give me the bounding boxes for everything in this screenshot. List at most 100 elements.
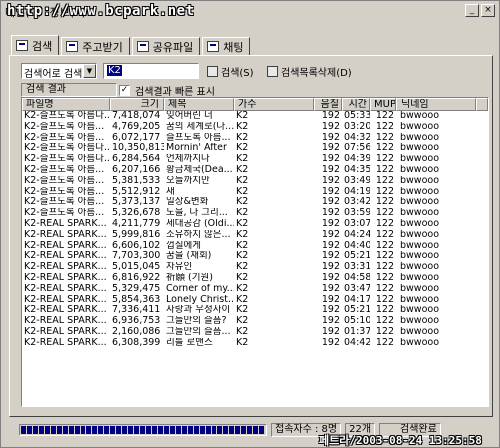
table-row[interactable]: K2-REAL SPARK... 7,336,411 사랑과 우정사이 K2 192 05… — [22, 305, 488, 316]
cell-mup: 122 — [375, 294, 394, 305]
tab-shared-files[interactable]: 공유파일 — [131, 37, 201, 55]
clear-list-button[interactable]: 검색목록삭제(D) — [267, 63, 352, 79]
cell-bitrate: 192 — [321, 197, 340, 208]
progress-bar — [19, 424, 267, 436]
progress-segment — [56, 426, 62, 434]
app-window: 메인(C) 정보(A) http://www.bcpark.net _ × 검색… — [0, 0, 500, 448]
cell-artist: K2 — [236, 132, 249, 143]
column-header-artist[interactable]: 가수 — [234, 98, 314, 111]
cell-bitrate: 192 — [321, 164, 340, 175]
table-row[interactable]: K2-슬프도록 아름다... 6,284,564 언제까지나 K2 192 04:39 12… — [22, 154, 488, 165]
cell-artist: K2 — [236, 262, 249, 273]
table-row[interactable]: K2-REAL SPARK... 4,211,779 세대공감 (Oldi... K2… — [22, 219, 488, 230]
column-header-bitrate[interactable]: 음질 — [314, 98, 342, 111]
cell-file-name: K2-슬프도록 아름다... — [24, 111, 110, 121]
table-row[interactable]: K2-REAL SPARK... 5,329,475 Corner of my...… — [22, 284, 488, 295]
progress-segment — [74, 426, 80, 434]
cell-mup: 122 — [375, 305, 394, 316]
cell-mup: 122 — [375, 154, 394, 165]
cell-file-name: K2-슬프도록 아름... — [24, 132, 105, 143]
cell-bitrate: 192 — [321, 326, 340, 337]
progress-segment — [62, 426, 68, 434]
cell-file-name: K2-REAL SPARK... — [24, 272, 107, 283]
cell-artist: K2 — [236, 186, 249, 197]
cell-title: 祈願 (기원) — [166, 272, 213, 283]
table-row[interactable]: K2-슬프도록 아름... 6,207,166 황금제국(Dea... K2 192 04… — [22, 165, 488, 176]
cell-mup: 122 — [375, 272, 394, 283]
column-header-nickname[interactable]: 닉네임 — [396, 98, 476, 111]
cell-nickname: bwwooo — [400, 132, 440, 143]
cell-title: 그들만의 슬픔? — [166, 316, 227, 327]
progress-segment — [128, 426, 134, 434]
table-row[interactable]: K2-슬프도록 아름다... 10,350,813 Mornin' After K2 1… — [22, 143, 488, 154]
close-icon[interactable]: × — [481, 4, 495, 17]
table-row[interactable]: K2-REAL SPARK... 5,999,816 소유하지 않은... K2 192… — [22, 230, 488, 241]
cell-artist: K2 — [236, 240, 249, 251]
table-row[interactable]: K2-슬프도록 아름... 5,373,137 일상&변화 K2 192 03:42 122… — [22, 197, 488, 208]
table-row[interactable]: K2-REAL SPARK... 2,160,086 그들만의 슬픔... K2 192… — [22, 327, 488, 338]
tab-search[interactable]: 검색 — [11, 35, 60, 55]
cell-duration: 03:07 — [344, 218, 370, 229]
cell-file-name: K2-REAL SPARK... — [24, 240, 107, 251]
table-row[interactable]: K2-REAL SPARK... 6,816,922 祈願 (기원) K2 192 04:… — [22, 273, 488, 284]
progress-segment — [26, 426, 32, 434]
search-button[interactable]: 검색(S) — [207, 63, 254, 79]
search-query: K2 — [107, 65, 122, 76]
cell-mup: 122 — [375, 283, 394, 294]
table-row[interactable]: K2-슬프도록 아름... 5,512,912 새 K2 192 04:19 122 bwwo… — [22, 187, 488, 198]
cell-duration: 01:37 — [344, 326, 370, 337]
cell-duration: 05:21 — [344, 251, 370, 262]
table-header: 파일명 크기 제목 가수 음질 시간 MUP 닉네임 — [22, 98, 488, 111]
column-header-duration[interactable]: 시간 — [342, 98, 370, 111]
cell-artist: K2 — [236, 111, 249, 121]
cell-size: 4,211,779 — [112, 218, 161, 229]
cell-nickname: bwwooo — [400, 251, 440, 262]
cell-title: 리틀 로맨스 — [166, 337, 213, 348]
column-header-size[interactable]: 크기 — [110, 98, 164, 111]
table-row[interactable]: K2-REAL SPARK... 6,308,399 리틀 로맨스 K2 192 04:4… — [22, 338, 488, 349]
column-header-mup[interactable]: MUP — [370, 98, 396, 111]
cell-mup: 122 — [375, 337, 394, 348]
cell-artist: K2 — [236, 272, 249, 283]
table-row[interactable]: K2-REAL SPARK... 6,606,102 껍질에게 K2 192 04:40 1… — [22, 241, 488, 252]
search-mode-select[interactable]: 검색어로 검색 ▼ — [21, 63, 97, 80]
results-table[interactable]: 파일명 크기 제목 가수 음질 시간 MUP 닉네임 K2-슬프도록 아름다... 7,418,… — [21, 97, 489, 407]
minimize-icon[interactable]: _ — [465, 4, 479, 17]
cell-title: 껍질에게 — [166, 240, 201, 251]
table-row[interactable]: K2-슬프도록 아름... 6,072,177 슬프도록 아름... K2 192 04:… — [22, 133, 488, 144]
column-header-file-name[interactable]: 파일명 — [22, 98, 110, 111]
tab-chat[interactable]: 채팅 — [202, 37, 251, 55]
cell-nickname: bwwooo — [400, 208, 440, 219]
table-row[interactable]: K2-슬프도록 아름... 5,381,533 오늘까지만 K2 192 03:49 122… — [22, 176, 488, 187]
cell-title: 언제까지나 — [166, 154, 210, 165]
search-input[interactable]: K2 — [103, 63, 199, 79]
search-tab-icon — [16, 40, 28, 51]
cell-duration: 04:24 — [344, 229, 370, 240]
table-row[interactable]: K2-슬프도록 아름... 5,326,678 노을, 나 그리... K2 192 03… — [22, 208, 488, 219]
table-row[interactable]: K2-슬프도록 아름... 4,769,205 꿈의 세계로(나... K2 192 03… — [22, 122, 488, 133]
fast-display-checkbox[interactable]: ✓ — [119, 85, 130, 96]
cell-bitrate: 192 — [321, 337, 340, 348]
cell-artist: K2 — [236, 208, 249, 219]
cell-artist: K2 — [236, 143, 249, 154]
chevron-down-icon[interactable]: ▼ — [83, 64, 96, 78]
cell-duration: 03:42 — [344, 197, 370, 208]
cell-nickname: bwwooo — [400, 218, 440, 229]
cell-duration: 04:35 — [344, 164, 370, 175]
cell-duration: 07:56 — [344, 143, 370, 154]
table-row[interactable]: K2-REAL SPARK... 5,015,045 자유인 K2 192 03:31 12… — [22, 262, 488, 273]
tab-transfer[interactable]: 주고받기 — [61, 37, 130, 55]
fast-display-option[interactable]: ✓ 검색결과 빠른 표시 — [119, 83, 215, 98]
progress-segment — [241, 426, 247, 434]
chat-tab-icon — [207, 41, 220, 52]
table-body: K2-슬프도록 아름다... 7,418,074 잊어버린 너 K2 192 05:33 1… — [22, 111, 488, 349]
table-row[interactable]: K2-슬프도록 아름다... 7,418,074 잊어버린 너 K2 192 05:33 1… — [22, 111, 488, 122]
cell-duration: 04:17 — [344, 294, 370, 305]
cell-duration: 05:21 — [344, 305, 370, 316]
table-row[interactable]: K2-REAL SPARK... 7,703,300 꿈을 (재회) K2 192 05:… — [22, 251, 488, 262]
cell-duration: 04:58 — [344, 272, 370, 283]
progress-segment — [229, 426, 235, 434]
table-row[interactable]: K2-REAL SPARK... 5,854,363 Lonely Christ..… — [22, 295, 488, 306]
table-row[interactable]: K2-REAL SPARK... 6,936,753 그들만의 슬픔? K2 192 05… — [22, 316, 488, 327]
column-header-title[interactable]: 제목 — [164, 98, 234, 111]
